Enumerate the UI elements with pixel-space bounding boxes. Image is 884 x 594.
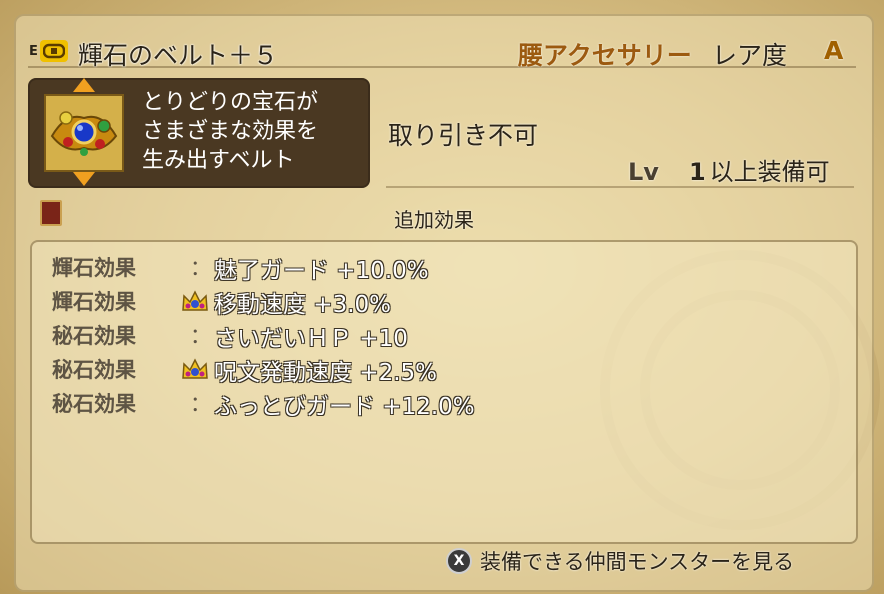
- belt-category-icon: [40, 40, 68, 62]
- item-name: 輝石のベルト＋５: [78, 41, 279, 70]
- section-title: 追加効果: [394, 208, 474, 232]
- effect-separator: ：: [190, 324, 211, 348]
- arrow-down-icon[interactable]: [73, 172, 95, 186]
- belt-item-icon: [44, 94, 124, 172]
- effect-label: 秘石効果: [52, 324, 136, 348]
- rarity-label: レア度: [712, 41, 788, 70]
- level-requirement: Lv 1 以上装備可: [628, 152, 830, 187]
- effect-text: さいだいＨＰ +10: [214, 326, 408, 352]
- effect-label: 秘石効果: [52, 392, 136, 416]
- description-line: 生み出すベルト: [142, 148, 295, 173]
- view-monsters-label: 装備できる仲間モンスターを見る: [480, 550, 795, 574]
- item-description: とりどりの宝石が さまざまな効果を 生み出すベルト: [142, 88, 362, 175]
- description-line: とりどりの宝石が: [142, 90, 319, 115]
- description-line: さまざまな効果を: [142, 119, 319, 144]
- equipped-mark: E: [29, 44, 38, 59]
- effect-text: 移動速度 +3.0%: [214, 292, 392, 318]
- effect-label: 秘石効果: [52, 358, 136, 382]
- effect-text: ふっとびガード +12.0%: [214, 394, 475, 420]
- crown-icon: [182, 358, 208, 379]
- level-label: Lv: [628, 158, 659, 186]
- book-icon[interactable]: [40, 200, 62, 226]
- x-button-icon[interactable]: X: [446, 548, 472, 574]
- trade-status: 取り引き不可: [388, 121, 539, 150]
- rarity-value: A: [824, 36, 844, 65]
- level-suffix: 以上装備可: [709, 158, 830, 186]
- level-value: 1: [688, 158, 706, 186]
- effect-separator: ：: [190, 256, 211, 280]
- arrow-up-icon[interactable]: [73, 78, 95, 92]
- effect-text: 呪文発動速度 +2.5%: [214, 360, 438, 386]
- crown-icon: [182, 290, 208, 311]
- effect-label: 輝石効果: [52, 256, 136, 280]
- level-divider: [386, 186, 854, 188]
- effect-label: 輝石効果: [52, 290, 136, 314]
- item-category: 腰アクセサリー: [518, 41, 692, 70]
- effect-separator: ：: [190, 392, 211, 416]
- effect-text: 魅了ガード +10.0%: [214, 258, 429, 284]
